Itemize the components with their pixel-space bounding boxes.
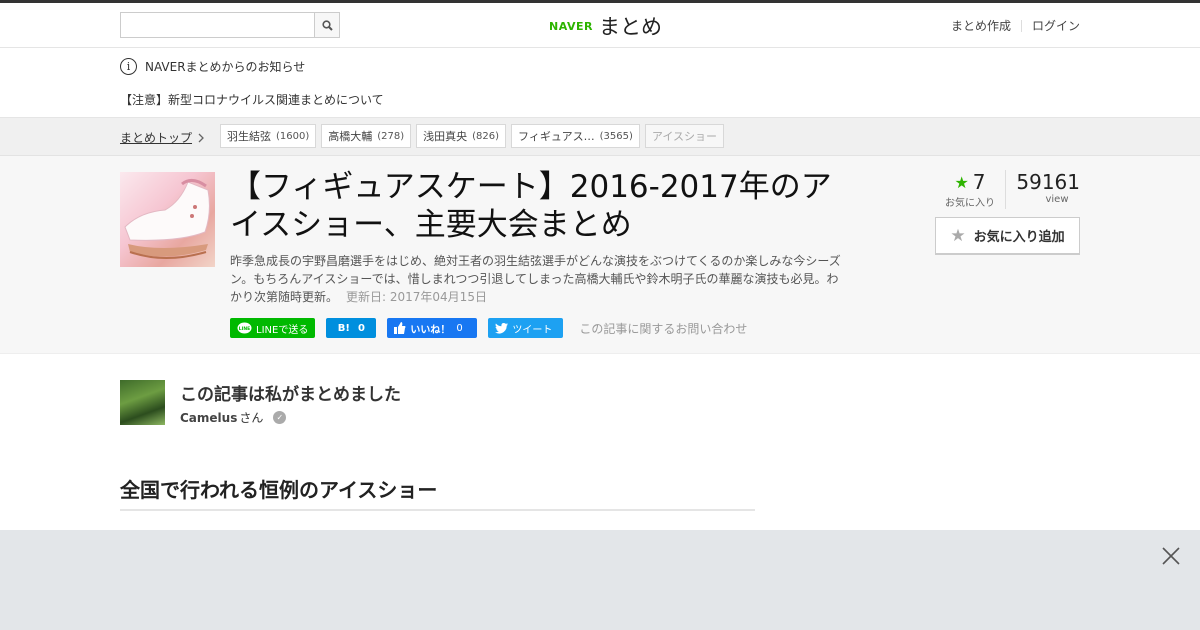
hatena-bookmark-button[interactable]: B! 0 — [326, 318, 377, 338]
login-link[interactable]: ログイン — [1032, 17, 1080, 34]
tag-count: (826) — [472, 130, 500, 142]
tag-label: フィギュアス… — [518, 130, 595, 143]
tweet-button[interactable]: ツイート — [488, 318, 564, 338]
facebook-like-count: 0 — [456, 322, 463, 334]
share-buttons: LINE LINEで送る B! 0 いいね！ 0 ツイート この記事に関するお問… — [230, 318, 747, 338]
twitter-bird-icon — [495, 322, 509, 334]
chevron-right-icon — [198, 133, 204, 142]
logo-naver: NAVER — [549, 19, 593, 33]
top-bar: NAVER まとめ まとめ作成 ログイン — [0, 0, 1200, 48]
tag-list: 羽生結弦 (1600) 高橋大輔 (278) 浅田真央 (826) フィギュアス… (3… — [220, 124, 724, 148]
notice-heading: i NAVERまとめからのお知らせ — [120, 58, 305, 75]
section-heading: 全国で行われる恒例のアイスショー — [120, 474, 755, 511]
ad-overlay — [0, 530, 1200, 630]
tag-item[interactable]: 高橋大輔 (278) — [321, 124, 412, 148]
tag-item[interactable]: 浅田真央 (826) — [416, 124, 507, 148]
tag-count: (1600) — [276, 130, 310, 142]
author-suffix: さん — [239, 411, 264, 425]
tag-label: 高橋大輔 — [328, 130, 373, 143]
breadcrumb: まとめトップ 羽生結弦 (1600) 高橋大輔 (278) 浅田真央 (826) フィ… — [0, 118, 1200, 156]
tag-count: (278) — [377, 130, 405, 142]
divider — [1020, 19, 1022, 32]
breadcrumb-top-link[interactable]: まとめトップ — [120, 129, 205, 146]
logo-matome: まとめ — [598, 15, 662, 39]
tweet-label: ツイート — [512, 324, 553, 336]
close-icon[interactable] — [1162, 547, 1180, 565]
search-button[interactable] — [314, 13, 339, 37]
description-text: 昨季急成長の宇野昌磨選手をはじめ、絶対王者の羽生結弦選手がどんな演技をぶつけてく… — [230, 254, 841, 304]
article-thumbnail[interactable] — [120, 172, 215, 267]
hatena-icon: B! — [337, 322, 350, 334]
tag-label: 浅田真央 — [423, 130, 468, 143]
line-share-button[interactable]: LINE LINEで送る — [230, 318, 316, 338]
line-share-label: LINEで送る — [256, 324, 309, 336]
tag-current: アイスショー — [644, 124, 724, 148]
svg-text:LINE: LINE — [239, 326, 250, 332]
search-icon — [321, 19, 333, 31]
hatena-count: 0 — [357, 322, 365, 334]
author-block: この記事は私がまとめました Camelus さん ✓ — [120, 380, 820, 426]
add-favorite-button[interactable]: ★ お気に入り追加 — [935, 217, 1080, 255]
tag-label: 羽生結弦 — [227, 130, 271, 143]
verified-icon: ✓ — [273, 411, 287, 424]
line-icon: LINE — [237, 322, 252, 333]
favorite-count: 7 — [972, 170, 986, 194]
site-logo[interactable]: NAVER まとめ — [549, 11, 662, 41]
tag-item[interactable]: フィギュアス… (3565) — [511, 124, 640, 148]
view-count: 59161 — [1016, 170, 1080, 194]
search-box — [120, 12, 340, 38]
article-stats: ★ 7 お気に入り 59161 view — [935, 170, 1080, 209]
view-label: view — [1045, 194, 1069, 205]
facebook-like-button[interactable]: いいね！ 0 — [387, 318, 478, 338]
create-matome-link[interactable]: まとめ作成 — [951, 17, 1011, 34]
top-links: まとめ作成 ログイン — [951, 17, 1080, 34]
add-favorite-label: お気に入り追加 — [973, 230, 1065, 245]
favorite-count-block: ★ 7 お気に入り — [935, 170, 1005, 209]
article-title: 【フィギュアスケート】2016-2017年のアイスショー、主要大会まとめ — [230, 169, 832, 243]
search-input[interactable] — [121, 13, 314, 37]
notice-area: i NAVERまとめからのお知らせ 【注意】新型コロナウイルス関連まとめについて — [0, 48, 1200, 118]
facebook-like-label: いいね！ — [410, 324, 451, 336]
contact-link[interactable]: この記事に関するお問い合わせ — [579, 320, 747, 337]
tag-count: (3565) — [599, 130, 633, 142]
updated-date: 更新日: 2017年04月15日 — [346, 290, 487, 304]
favorite-label: お気に入り — [945, 198, 995, 209]
author-name[interactable]: Camelus — [180, 411, 237, 425]
notice-link[interactable]: 【注意】新型コロナウイルス関連まとめについて — [120, 91, 384, 108]
star-outline-icon: ★ — [950, 225, 966, 246]
tag-item[interactable]: 羽生結弦 (1600) — [220, 124, 317, 148]
article-description: 昨季急成長の宇野昌磨選手をはじめ、絶対王者の羽生結弦選手がどんな演技をぶつけてく… — [230, 252, 845, 306]
thumbs-up-icon — [394, 322, 406, 334]
info-icon: i — [120, 58, 137, 75]
notice-heading-text: NAVERまとめからのお知らせ — [145, 60, 306, 74]
article-header: 【フィギュアスケート】2016-2017年のアイスショー、主要大会まとめ 昨季急… — [0, 156, 1200, 354]
author-heading: この記事は私がまとめました — [180, 385, 401, 405]
author-name-row: Camelus さん ✓ — [180, 409, 287, 426]
breadcrumb-top-label: まとめトップ — [120, 131, 193, 145]
star-icon: ★ — [954, 172, 969, 192]
avatar[interactable] — [120, 380, 165, 425]
view-count-block: 59161 view — [1005, 170, 1080, 209]
ice-skate-image — [124, 179, 210, 259]
